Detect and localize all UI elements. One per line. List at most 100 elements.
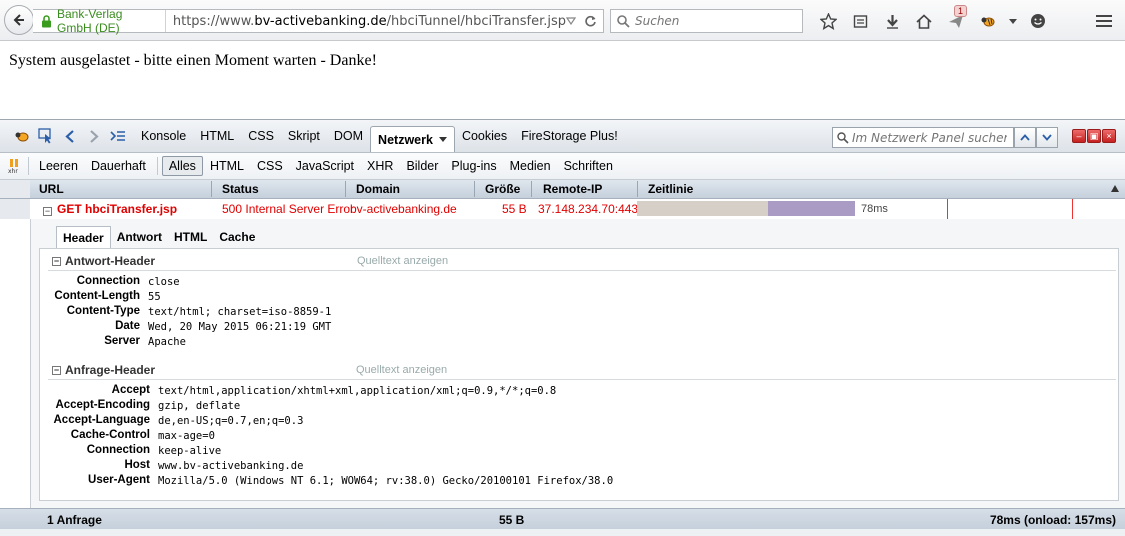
downloads-button[interactable] (876, 9, 908, 33)
header-row: Server (40, 335, 140, 350)
timeline-duration: 78ms (861, 203, 888, 215)
tab-script[interactable]: Skript (281, 124, 327, 148)
url-path: /hbciTunnel/hbciTransfer.jsp (386, 13, 566, 29)
column-domain[interactable]: Domain (356, 182, 400, 196)
filter-css[interactable]: CSS (251, 157, 289, 175)
history-dropdown-icon[interactable] (566, 17, 576, 25)
tab-console[interactable]: Konsole (134, 124, 193, 148)
firebug-button[interactable] (972, 9, 1004, 33)
tab-network[interactable]: Netzwerk (370, 126, 455, 152)
home-button[interactable] (908, 9, 940, 33)
filter-javascript[interactable]: JavaScript (290, 157, 360, 175)
firebug-menu-button[interactable] (10, 126, 34, 146)
chevron-down-icon (1042, 134, 1052, 141)
url-bar[interactable]: Bank-Verlag GmbH (DE) https://www.bv-act… (33, 7, 604, 35)
tab-cookies[interactable]: Cookies (455, 124, 514, 148)
svg-text:xhr: xhr (8, 168, 18, 174)
search-next-button[interactable] (1036, 127, 1058, 148)
url-prefix: https://www. (172, 13, 255, 29)
header-key: Accept-Language (53, 414, 151, 426)
row-gutter (0, 180, 30, 198)
filter-images[interactable]: Bilder (400, 157, 444, 175)
header-key: Connection (86, 444, 150, 456)
response-view-source-link[interactable]: Quelltext anzeigen (357, 255, 448, 267)
bookmarks-button[interactable] (844, 9, 876, 33)
firebug-icon (15, 132, 29, 142)
back-panel-button[interactable] (58, 126, 82, 146)
network-search-box[interactable] (832, 127, 1014, 148)
filter-xhr[interactable]: XHR (361, 157, 399, 175)
column-timeline[interactable]: Zeitlinie (648, 182, 693, 196)
network-filter-bar: xhr Leeren Dauerhaft Alles HTML CSS Java… (0, 153, 1125, 180)
filter-fonts[interactable]: Schriften (558, 157, 619, 175)
minimize-firebug-button[interactable]: – (1072, 129, 1086, 143)
detail-tab-header[interactable]: Header (56, 226, 111, 248)
column-status[interactable]: Status (222, 182, 259, 196)
headers-panel: − Antwort-Header Quelltext anzeigen Conn… (39, 248, 1119, 501)
clear-button[interactable]: Leeren (33, 157, 84, 175)
persist-button[interactable]: Dauerhaft (85, 157, 152, 175)
filter-html[interactable]: HTML (204, 157, 250, 175)
header-key: Accept (111, 384, 150, 396)
tab-dom[interactable]: DOM (327, 124, 370, 148)
header-row: Connection (40, 275, 140, 290)
tab-firestorage[interactable]: FireStorage Plus! (514, 124, 625, 148)
search-input[interactable] (635, 14, 795, 28)
bookmark-star-button[interactable] (812, 9, 844, 33)
detail-tab-response[interactable]: Antwort (111, 226, 168, 248)
site-identity[interactable]: Bank-Verlag GmbH (DE) (33, 7, 166, 35)
request-status: 500 Internal Server Error (222, 202, 355, 216)
tab-html[interactable]: HTML (193, 124, 241, 148)
detail-tab-html[interactable]: HTML (168, 226, 213, 248)
timeline-wait-bar (637, 201, 768, 216)
chevron-left-icon (65, 129, 74, 143)
tab-css[interactable]: CSS (241, 124, 281, 148)
chevron-up-icon (1020, 134, 1030, 141)
request-headers-heading[interactable]: − Anfrage-Header (52, 363, 155, 377)
send-tab-button[interactable]: 1 (940, 5, 972, 33)
hamburger-menu-button[interactable] (1091, 8, 1117, 34)
column-size[interactable]: Größe (485, 182, 520, 196)
forward-panel-button[interactable] (82, 126, 106, 146)
request-view-source-link[interactable]: Quelltext anzeigen (356, 364, 447, 376)
filter-plugins[interactable]: Plug-ins (445, 157, 502, 175)
response-headers-heading[interactable]: − Antwort-Header (52, 254, 155, 268)
search-icon (837, 131, 849, 144)
search-icon (617, 14, 630, 28)
xhr-breakpoint-icon[interactable]: xhr (8, 158, 24, 174)
request-url[interactable]: GET hbciTransfer.jsp (57, 202, 177, 216)
url-text[interactable]: https://www.bv-activebanking.de/hbciTunn… (166, 14, 566, 29)
header-row: Cache-Control (40, 429, 150, 444)
inspect-element-button[interactable] (34, 126, 58, 146)
close-firebug-button[interactable]: × (1102, 129, 1116, 143)
star-icon (819, 12, 837, 30)
search-bar[interactable] (610, 9, 803, 33)
expand-toggle[interactable]: − (43, 203, 52, 217)
download-arrow-icon (886, 14, 898, 29)
request-remote-ip: 37.148.234.70:443 (538, 202, 639, 216)
column-remote-ip[interactable]: Remote-IP (543, 182, 602, 196)
filter-all[interactable]: Alles (161, 156, 203, 176)
reload-icon[interactable] (584, 15, 597, 28)
request-size: 55 B (502, 202, 527, 216)
request-domain: bv-activebanking.de (350, 202, 457, 216)
identity-label: Bank-Verlag GmbH (DE) (57, 7, 123, 35)
filter-media[interactable]: Medien (504, 157, 557, 175)
command-editor-button[interactable] (106, 126, 130, 146)
detach-firebug-button[interactable]: ▣ (1087, 129, 1101, 143)
header-value: text/html; charset=iso-8859-1 (148, 306, 332, 318)
back-button[interactable] (4, 5, 34, 35)
network-search-input[interactable] (852, 130, 1007, 145)
search-previous-button[interactable] (1014, 127, 1036, 148)
row-gutter (0, 199, 30, 219)
collapse-icon: − (52, 255, 61, 266)
hello-button[interactable] (1022, 9, 1054, 33)
sort-arrow-up-icon[interactable] (1111, 185, 1119, 192)
column-url[interactable]: URL (39, 182, 64, 196)
request-row[interactable]: − GET hbciTransfer.jsp 500 Internal Serv… (0, 199, 1125, 219)
firebug-panel: Konsole HTML CSS Skript DOM Netzwerk Coo… (0, 119, 1125, 536)
firebug-bottom-edge (0, 529, 1125, 536)
detail-tab-cache[interactable]: Cache (213, 226, 261, 248)
firebug-menu-dropdown[interactable] (1004, 9, 1022, 33)
tab-network-label: Netzwerk (378, 132, 433, 147)
